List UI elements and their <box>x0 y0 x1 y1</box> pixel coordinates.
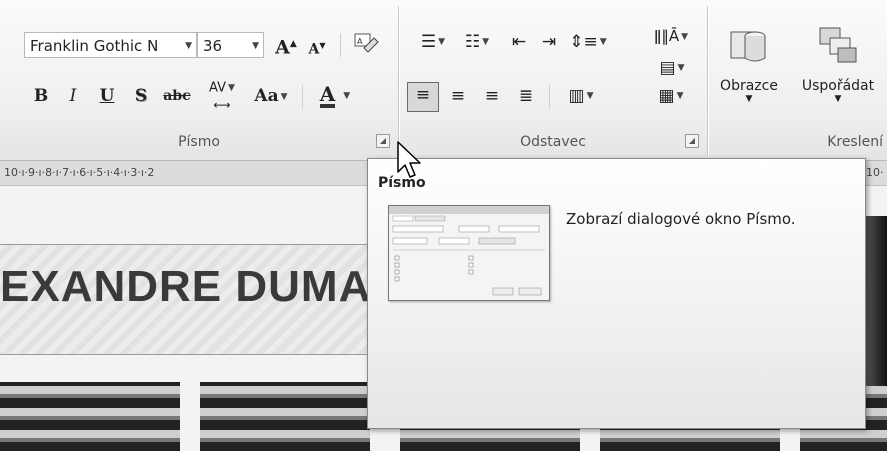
font-color-button[interactable]: A ▼ <box>310 82 360 108</box>
numbering-button[interactable]: ☷ ▼ <box>457 30 497 54</box>
separator <box>302 85 303 109</box>
font-dialog-preview <box>388 205 550 301</box>
align-text-icon: ▤ <box>659 58 676 78</box>
chevron-down-icon: ▼ <box>586 91 594 101</box>
paragraph-group-label: Odstavec <box>520 134 586 150</box>
align-right-button[interactable]: ≡ <box>477 84 507 108</box>
clear-formatting-button[interactable]: A <box>350 30 382 65</box>
align-left-icon: ≡ <box>415 85 431 105</box>
align-center-button[interactable]: ≡ <box>443 84 473 108</box>
justify-button[interactable]: ≣ <box>511 84 541 108</box>
paragraph-dialog-launcher[interactable]: ◢ <box>685 134 699 148</box>
drawing-group: Obrazce ▼ Uspořádat ▼ Kreslení <box>708 0 887 158</box>
chevron-down-icon: ▼ <box>677 63 685 73</box>
bullet-list-icon: ☰ <box>420 32 437 52</box>
decrease-indent-button[interactable]: ⇤ <box>505 30 533 54</box>
numbered-list-icon: ☷ <box>464 32 481 52</box>
font-group-label: Písmo <box>178 134 220 150</box>
font-dialog-preview-graphic <box>389 206 549 296</box>
slide-title[interactable]: EXANDRE DUMA <box>0 262 371 312</box>
shapes-label: Obrazce <box>720 78 778 94</box>
chevron-down-icon: ▼ <box>185 41 192 51</box>
font-tooltip: Písmo Zobrazí dialogové okno Písmo. <box>367 158 866 429</box>
tooltip-description: Zobrazí dialogové okno Písmo. <box>566 210 796 228</box>
clear-formatting-icon: A <box>354 33 379 53</box>
font-size-value: 36 <box>203 37 223 55</box>
shadow-button[interactable]: S <box>130 84 152 108</box>
bullets-button[interactable]: ☰ ▼ <box>413 30 453 54</box>
chevron-down-icon: ▼ <box>745 94 753 104</box>
character-spacing-button[interactable]: AV ▼ ⟷ <box>200 80 244 114</box>
portrait-image[interactable] <box>866 216 887 386</box>
svg-text:A: A <box>357 37 363 46</box>
paragraph-group: ☰ ▼ ☷ ▼ ⇤ ⇥ ⇕≡ ▼ ǁ‖Ā ▼ ▤ ▼ ≡ ≡ ≡ ≣ ▥ ▼ ▦… <box>399 0 707 158</box>
chevron-down-icon: ▼ <box>676 91 684 101</box>
decrease-indent-icon: ⇤ <box>511 32 527 52</box>
text-direction-icon: ǁ‖Ā <box>653 27 680 45</box>
drawing-group-label: Kreslení <box>827 134 883 150</box>
mouse-cursor-icon <box>397 141 421 178</box>
arrange-label: Uspořádat <box>801 78 875 94</box>
align-right-icon: ≡ <box>484 86 500 106</box>
columns-icon: ▥ <box>568 86 585 106</box>
chevron-down-icon: ▼ <box>834 94 842 104</box>
chevron-down-icon: ▼ <box>252 41 259 51</box>
smartart-icon: ▦ <box>658 86 675 106</box>
ribbon: Franklin Gothic N ▼ 36 ▼ A▲ A▼ A B I U S… <box>0 0 887 161</box>
font-size-combo[interactable]: 36 ▼ <box>197 32 264 58</box>
separator <box>549 85 550 109</box>
increase-indent-button[interactable]: ⇥ <box>535 30 563 54</box>
grow-font-label: A <box>275 36 290 59</box>
ruler-marks-right: 10· <box>866 166 884 179</box>
align-center-icon: ≡ <box>450 86 466 106</box>
font-name-value: Franklin Gothic N <box>30 37 159 55</box>
italic-button[interactable]: I <box>62 84 84 108</box>
justify-icon: ≣ <box>518 86 534 106</box>
underline-button[interactable]: U <box>96 84 118 108</box>
arrange-button[interactable]: Uspořádat ▼ <box>792 22 884 118</box>
grow-font-button[interactable]: A▲ <box>272 32 300 59</box>
text-direction-button[interactable]: ǁ‖Ā ▼ <box>651 24 691 49</box>
slide-image[interactable] <box>200 382 370 451</box>
change-case-label: Aa <box>254 86 279 106</box>
change-case-button[interactable]: Aa ▼ <box>248 84 294 109</box>
shapes-button[interactable]: Obrazce ▼ <box>716 22 782 118</box>
chevron-down-icon: ▼ <box>438 37 446 47</box>
chevron-down-icon: ▼ <box>343 90 351 101</box>
chevron-down-icon: ▼ <box>280 91 288 102</box>
align-text-button[interactable]: ▤ ▼ <box>653 56 691 80</box>
line-spacing-icon: ⇕≡ <box>569 32 598 52</box>
arrange-icon <box>819 27 857 63</box>
chevron-down-icon: ▼ <box>482 37 490 47</box>
font-color-label: A <box>319 82 336 108</box>
font-name-combo[interactable]: Franklin Gothic N ▼ <box>24 32 197 58</box>
character-spacing-label: AV <box>209 80 227 96</box>
separator <box>340 33 341 57</box>
smartart-button[interactable]: ▦ ▼ <box>651 84 691 108</box>
columns-button[interactable]: ▥ ▼ <box>559 84 603 108</box>
shrink-font-button[interactable]: A▼ <box>304 33 330 62</box>
bold-button[interactable]: B <box>30 84 52 108</box>
strikethrough-button[interactable]: abc <box>160 84 194 108</box>
chevron-down-icon: ▼ <box>228 83 235 93</box>
font-dialog-launcher[interactable]: ◢ <box>376 134 390 148</box>
chevron-down-icon: ▼ <box>599 37 607 47</box>
line-spacing-button[interactable]: ⇕≡ ▼ <box>567 30 609 54</box>
shapes-icon <box>730 31 766 62</box>
ruler-marks: 10·ı·9·ı·8·ı·7·ı·6·ı·5·ı·4·ı·3·ı·2 <box>4 166 155 179</box>
chevron-down-icon: ▼ <box>681 31 689 42</box>
double-arrow-icon: ⟷ <box>213 97 231 112</box>
increase-indent-icon: ⇥ <box>541 32 557 52</box>
font-group: Franklin Gothic N ▼ 36 ▼ A▲ A▼ A B I U S… <box>0 0 398 158</box>
align-left-button[interactable]: ≡ <box>407 82 439 112</box>
slide-image[interactable] <box>0 382 180 451</box>
shrink-font-label: A <box>308 41 320 58</box>
